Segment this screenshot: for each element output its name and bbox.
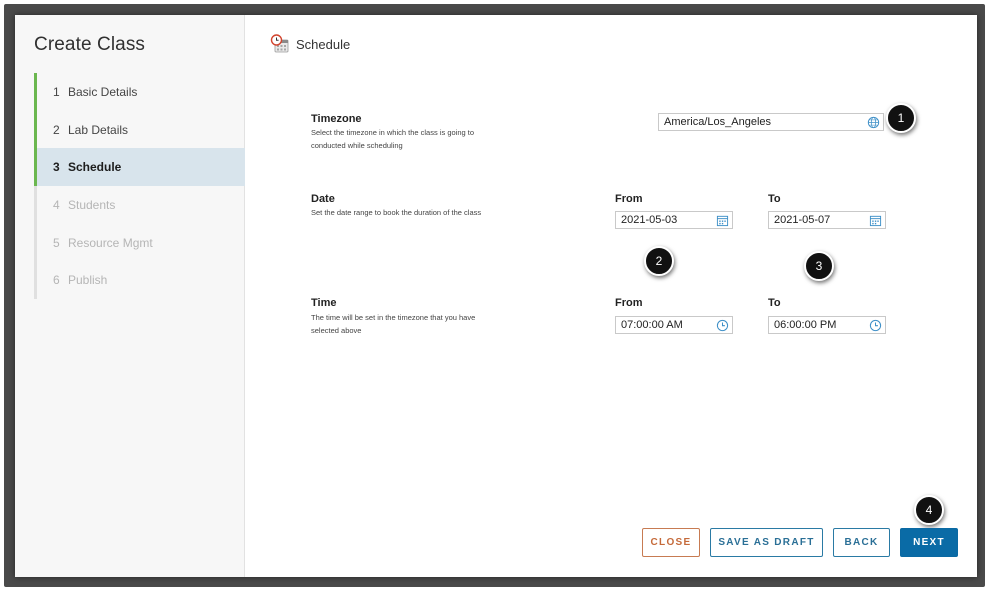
back-button[interactable]: BACK	[833, 528, 890, 557]
time-from-input[interactable]: 07:00:00 AM	[615, 316, 733, 334]
globe-icon	[867, 116, 880, 129]
step-number: 2	[53, 122, 60, 137]
timezone-value: America/Los_Angeles	[664, 116, 772, 128]
time-to-label: To	[768, 297, 781, 309]
timezone-label: Timezone	[311, 113, 362, 125]
step-lab-details[interactable]: 2 Lab Details	[34, 110, 245, 149]
date-label: Date	[311, 193, 335, 205]
step-label: Students	[68, 197, 116, 212]
close-button[interactable]: CLOSE	[642, 528, 700, 557]
create-class-modal: Create Class 1 Basic Details 2 Lab Detai…	[15, 15, 977, 577]
step-students: 4 Students	[37, 186, 245, 224]
timezone-description: Select the timezone in which the class i…	[311, 128, 475, 150]
step-label: Resource Mgmt	[68, 235, 153, 250]
calendar-clock-icon	[270, 34, 289, 53]
step-number: 5	[53, 235, 60, 250]
section-header: Schedule	[270, 33, 350, 55]
step-number: 3	[53, 160, 60, 175]
step-number: 4	[53, 197, 60, 212]
step-label: Lab Details	[68, 122, 129, 137]
step-basic-details[interactable]: 1 Basic Details	[34, 73, 245, 111]
step-badge-4: 4	[914, 495, 944, 525]
schedule-content: Schedule Timezone Select the timezone in…	[246, 15, 977, 577]
wizard-sidebar: Create Class 1 Basic Details 2 Lab Detai…	[15, 15, 245, 577]
step-schedule[interactable]: 3 Schedule	[34, 148, 245, 187]
date-from-value: 2021-05-03	[621, 214, 678, 226]
time-label: Time	[311, 297, 337, 309]
date-from-input[interactable]: 2021-05-03	[615, 211, 733, 229]
step-label: Basic Details	[68, 84, 138, 99]
date-to-value: 2021-05-07	[774, 214, 831, 226]
step-badge-3: 3	[804, 251, 834, 281]
time-to-value: 06:00:00 PM	[774, 319, 837, 331]
date-to-label: To	[768, 193, 781, 205]
step-publish: 6 Publish	[37, 261, 245, 299]
time-description: The time will be set in the timezone tha…	[311, 313, 476, 335]
step-badge-2: 2	[644, 246, 674, 276]
step-number: 6	[53, 273, 60, 288]
step-badge-1: 1	[886, 103, 916, 133]
modal-title: Create Class	[34, 34, 146, 55]
step-number: 1	[53, 84, 60, 99]
save-as-draft-button[interactable]: SAVE AS DRAFT	[710, 528, 823, 557]
time-from-value: 07:00:00 AM	[621, 319, 683, 331]
calendar-icon[interactable]	[716, 214, 729, 227]
step-label: Schedule	[68, 160, 122, 175]
clock-icon[interactable]	[716, 319, 729, 332]
date-to-input[interactable]: 2021-05-07	[768, 211, 886, 229]
timezone-select[interactable]: America/Los_Angeles	[658, 113, 884, 131]
wizard-steps: 1 Basic Details 2 Lab Details 3 Schedule…	[34, 73, 245, 300]
clock-icon[interactable]	[869, 319, 882, 332]
step-resource-mgmt: 5 Resource Mgmt	[37, 224, 245, 262]
date-from-label: From	[615, 193, 643, 205]
date-description: Set the date range to book the duration …	[311, 208, 482, 217]
time-from-label: From	[615, 297, 643, 309]
next-button[interactable]: NEXT	[900, 528, 958, 557]
calendar-icon[interactable]	[869, 214, 882, 227]
section-title: Schedule	[296, 36, 351, 52]
step-label: Publish	[68, 273, 108, 288]
time-to-input[interactable]: 06:00:00 PM	[768, 316, 886, 334]
